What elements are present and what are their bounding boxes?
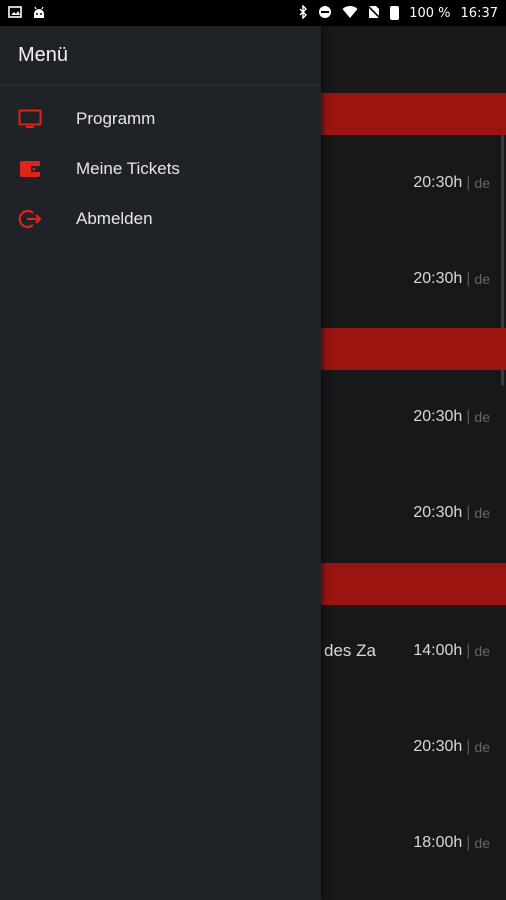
menu-item-abmelden[interactable]: Abmelden (0, 194, 321, 244)
status-bar: 100 % 16:37 (0, 0, 506, 26)
status-bar-right: 100 % 16:37 (298, 4, 498, 21)
event-language: de (474, 175, 490, 191)
event-language: de (474, 835, 490, 851)
drawer-title: Menü (18, 44, 69, 66)
event-time: 20:30h (413, 174, 463, 191)
event-time: 20:30h (413, 738, 463, 755)
event-title[interactable]: des Za (324, 641, 376, 661)
menu-item-programm[interactable]: Programm (0, 94, 321, 144)
navigation-drawer: Menü Programm Meine Tickets Abmelden (0, 26, 321, 900)
separator: | (466, 642, 471, 659)
list-item[interactable]: 20:30h | de (413, 738, 490, 756)
menu-item-meine-tickets[interactable]: Meine Tickets (0, 144, 321, 194)
status-bar-left (8, 5, 46, 21)
dnd-icon (318, 5, 332, 21)
event-language: de (474, 643, 490, 659)
android-icon (32, 5, 46, 21)
menu-item-label: Abmelden (76, 209, 153, 228)
separator: | (466, 270, 471, 287)
event-language: de (474, 271, 490, 287)
no-sim-icon (367, 5, 381, 21)
separator: | (466, 408, 471, 425)
menu-item-label: Meine Tickets (76, 159, 180, 178)
list-item[interactable]: 20:30h | de (413, 408, 490, 426)
tv-icon (0, 109, 76, 129)
status-time: 16:37 (460, 5, 498, 21)
separator: | (466, 834, 471, 851)
list-item[interactable]: 20:30h | de (413, 174, 490, 192)
event-time: 20:30h (413, 408, 463, 425)
drawer-menu: Programm Meine Tickets Abmelden (0, 86, 321, 244)
separator: | (466, 174, 471, 191)
event-time: 20:30h (413, 270, 463, 287)
list-item[interactable]: 20:30h | de (413, 504, 490, 522)
image-icon (8, 6, 22, 20)
list-item[interactable]: 18:00h | de (413, 834, 490, 852)
event-time: 20:30h (413, 504, 463, 521)
event-language: de (474, 739, 490, 755)
bluetooth-icon (298, 4, 308, 21)
list-item[interactable]: 20:30h | de (413, 270, 490, 288)
separator: | (466, 504, 471, 521)
wallet-icon (0, 159, 76, 179)
event-language: de (474, 409, 490, 425)
event-language: de (474, 505, 490, 521)
list-item[interactable]: 14:00h | de (413, 642, 490, 660)
menu-item-label: Programm (76, 109, 156, 128)
event-time: 18:00h (413, 834, 463, 851)
event-time: 14:00h (413, 642, 463, 659)
wifi-icon (342, 5, 358, 21)
logout-icon (0, 208, 76, 230)
battery-icon (390, 6, 400, 20)
separator: | (466, 738, 471, 755)
battery-percentage: 100 % (409, 5, 451, 21)
drawer-header: Menü (0, 26, 321, 86)
